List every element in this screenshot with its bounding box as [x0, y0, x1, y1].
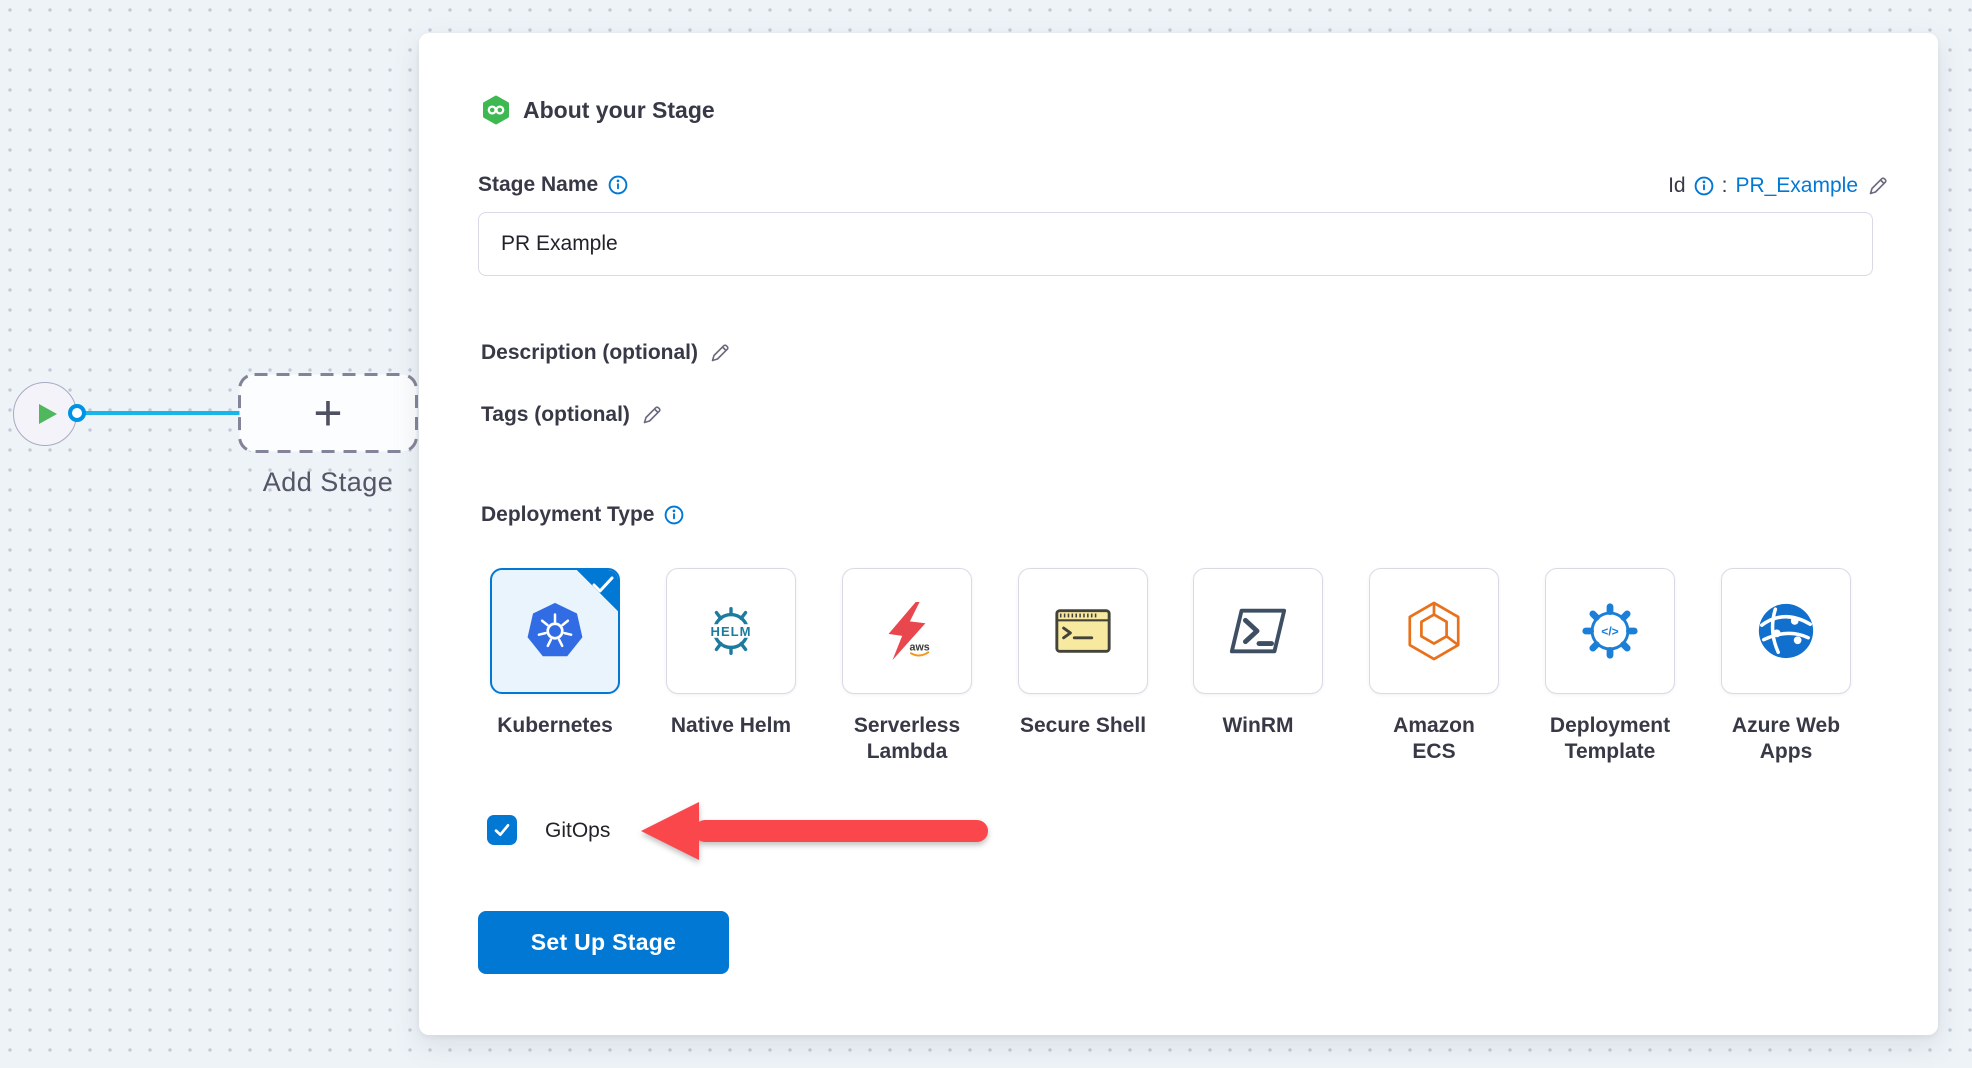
winrm-icon	[1227, 600, 1289, 662]
deployment-card-label: Native Helm	[643, 713, 819, 739]
add-stage-node[interactable]	[237, 372, 419, 454]
add-stage-label: Add Stage	[238, 467, 418, 498]
connector-line	[85, 411, 240, 415]
play-icon	[38, 403, 58, 425]
panel-header: About your Stage	[481, 95, 715, 125]
kubernetes-icon	[524, 600, 586, 662]
about-stage-panel: About your Stage Stage Name Id : PR_Exam…	[419, 33, 1938, 1035]
deployment-card-kubernetes[interactable]	[490, 568, 620, 694]
gitops-label: GitOps	[545, 819, 610, 843]
gitops-checkbox[interactable]	[487, 815, 517, 845]
tags-row: Tags (optional)	[481, 403, 664, 427]
deployment-card-label: Secure Shell	[995, 713, 1171, 739]
page-title: About your Stage	[523, 97, 715, 124]
red-arrow-annotation	[638, 798, 996, 864]
set-up-stage-button[interactable]: Set Up Stage	[478, 911, 729, 974]
id-label: Id	[1668, 174, 1686, 198]
stage-name-label: Stage Name	[478, 173, 598, 197]
deployment-card-label: Serverless Lambda	[819, 713, 995, 764]
edit-description-pencil-icon[interactable]	[708, 341, 732, 365]
secure-shell-icon	[1052, 600, 1114, 662]
info-icon[interactable]	[1694, 176, 1714, 196]
serverless-lambda-icon: aws	[876, 600, 938, 662]
id-value: PR_Example	[1735, 174, 1858, 198]
deployment-card-azure-web-apps[interactable]	[1721, 568, 1851, 694]
deployment-card-label: Amazon ECS	[1346, 713, 1522, 764]
check-icon	[492, 820, 512, 840]
edit-id-pencil-icon[interactable]	[1866, 174, 1890, 198]
id-separator: :	[1722, 174, 1728, 198]
connector-port	[68, 404, 86, 422]
amazon-ecs-icon	[1403, 600, 1465, 662]
info-icon[interactable]	[608, 175, 628, 195]
harness-cd-icon	[481, 95, 511, 125]
deployment-card-label: Deployment Template	[1522, 713, 1698, 764]
deployment-card-label: WinRM	[1170, 713, 1346, 739]
deployment-card-label: Azure Web Apps	[1698, 713, 1874, 764]
description-row: Description (optional)	[481, 341, 732, 365]
deployment-card-amazon-ecs[interactable]	[1369, 568, 1499, 694]
deployment-type-label: Deployment Type	[481, 503, 654, 527]
deployment-card-label: Kubernetes	[467, 713, 643, 739]
stage-name-label-row: Stage Name	[478, 173, 628, 197]
deployment-card-native-helm[interactable]: HELM	[666, 568, 796, 694]
stage-name-input[interactable]	[478, 212, 1873, 276]
add-stage-dashed-box	[237, 372, 419, 454]
svg-text:HELM: HELM	[711, 624, 752, 639]
deployment-template-icon: </>	[1579, 600, 1641, 662]
helm-icon: HELM	[700, 600, 762, 662]
svg-text:aws: aws	[910, 641, 930, 653]
svg-text:</>: </>	[1601, 624, 1619, 638]
deployment-card-deployment-template[interactable]: </>	[1545, 568, 1675, 694]
deployment-card-secure-shell[interactable]	[1018, 568, 1148, 694]
deployment-type-label-row: Deployment Type	[481, 503, 684, 527]
deployment-card-winrm[interactable]	[1193, 568, 1323, 694]
azure-web-apps-icon	[1755, 600, 1817, 662]
edit-tags-pencil-icon[interactable]	[640, 403, 664, 427]
info-icon[interactable]	[664, 505, 684, 525]
description-label: Description (optional)	[481, 341, 698, 365]
stage-id-row: Id : PR_Example	[1668, 174, 1890, 198]
deployment-card-serverless-lambda[interactable]: aws	[842, 568, 972, 694]
check-icon	[592, 576, 614, 594]
tags-label: Tags (optional)	[481, 403, 630, 427]
